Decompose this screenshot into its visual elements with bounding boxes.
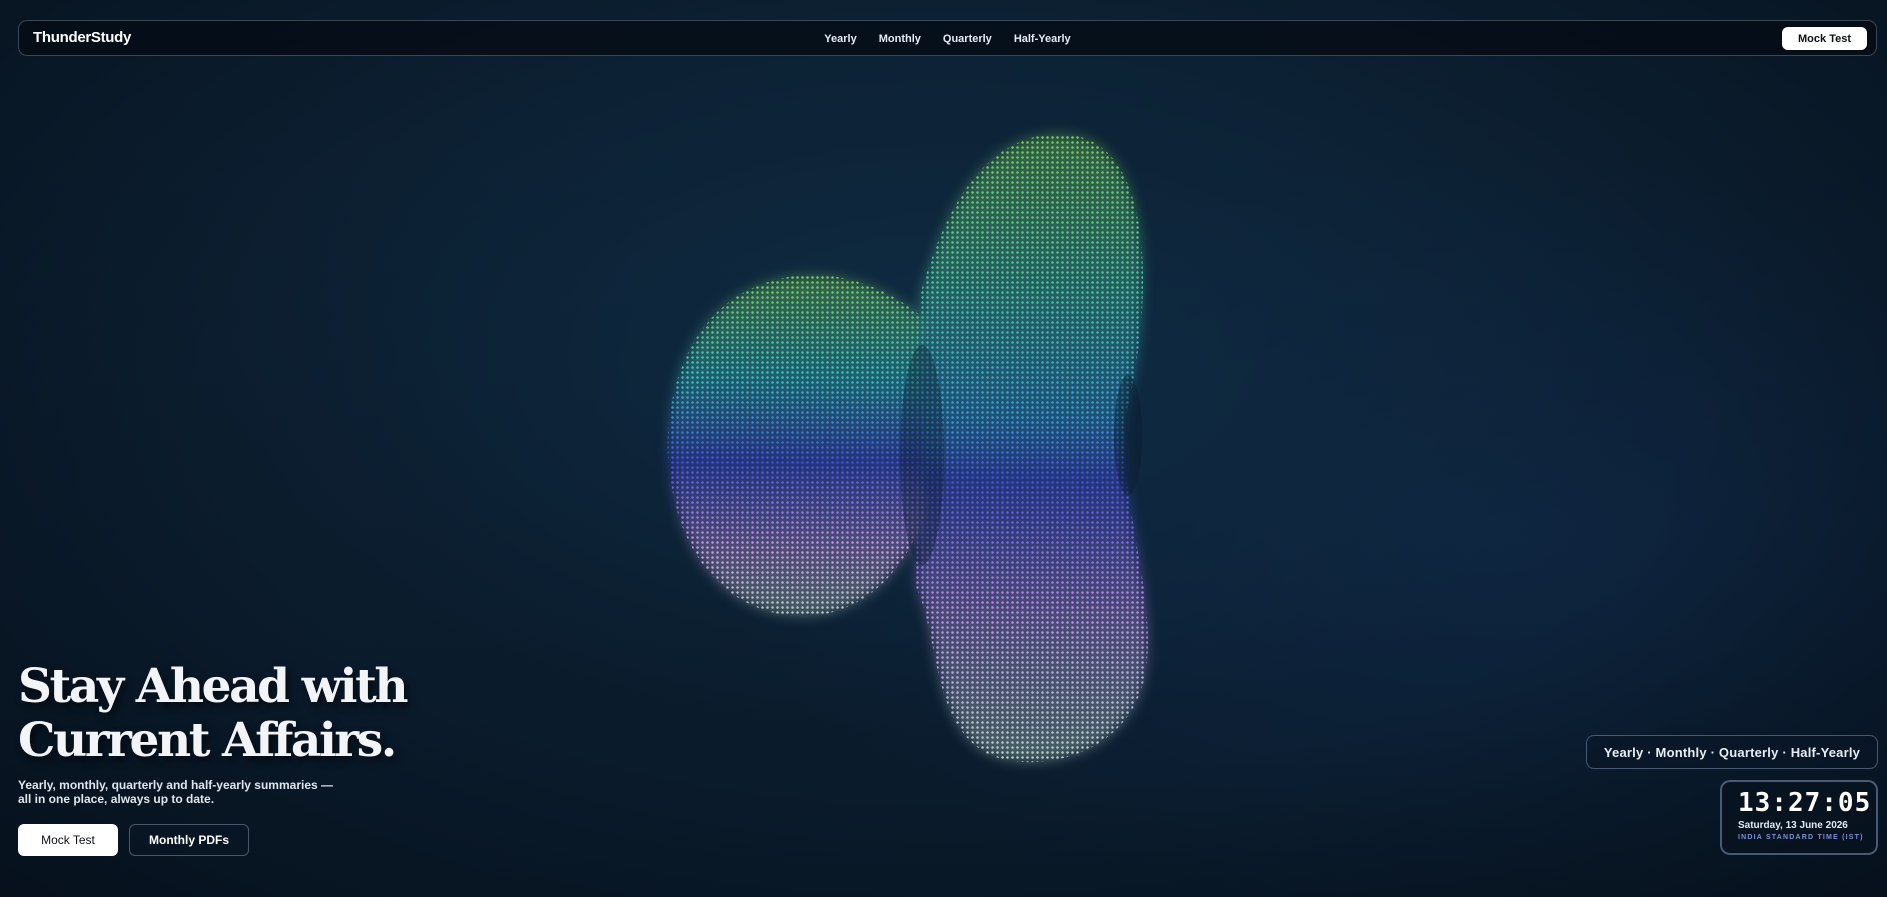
nav-mock-test-button[interactable]: Mock Test xyxy=(1782,27,1867,50)
hero-subtitle-line-2: all in one place, always up to date. xyxy=(18,792,215,806)
hero-subtitle-line-1: Yearly, monthly, quarterly and half-year… xyxy=(18,778,334,792)
periods-pill: Yearly · Monthly · Quarterly · Half-Year… xyxy=(1586,735,1878,769)
hero-mock-test-button[interactable]: Mock Test xyxy=(18,824,118,856)
particle-shape-graphic xyxy=(667,134,1148,763)
clock-date: Saturday, 13 June 2026 xyxy=(1738,820,1848,831)
hero-title-line-2: Current Affairs. xyxy=(18,713,397,768)
nav-links: Yearly Monthly Quarterly Half-Yearly xyxy=(19,21,1876,57)
nav-link-quarterly[interactable]: Quarterly xyxy=(943,33,992,45)
brand-logo[interactable]: ThunderStudy xyxy=(33,29,131,46)
hero-title: Stay Ahead with Current Affairs. xyxy=(18,659,409,768)
page-background: ThunderStudy Yearly Monthly Quarterly Ha… xyxy=(0,0,1887,897)
hero-title-line-1: Stay Ahead with xyxy=(18,659,409,714)
clock-time: 13:27:05 xyxy=(1738,788,1872,818)
nav-link-monthly[interactable]: Monthly xyxy=(879,33,921,45)
hero-monthly-pdfs-button[interactable]: Monthly PDFs xyxy=(129,824,249,856)
nav-link-yearly[interactable]: Yearly xyxy=(824,33,856,45)
clock-timezone: INDIA STANDARD TIME (IST) xyxy=(1738,834,1864,841)
clock-widget: 13:27:05 Saturday, 13 June 2026 INDIA ST… xyxy=(1720,780,1878,855)
hero-subtitle: Yearly, monthly, quarterly and half-year… xyxy=(18,778,338,806)
nav-link-half-yearly[interactable]: Half-Yearly xyxy=(1014,33,1071,45)
top-navbar: ThunderStudy Yearly Monthly Quarterly Ha… xyxy=(18,20,1877,56)
